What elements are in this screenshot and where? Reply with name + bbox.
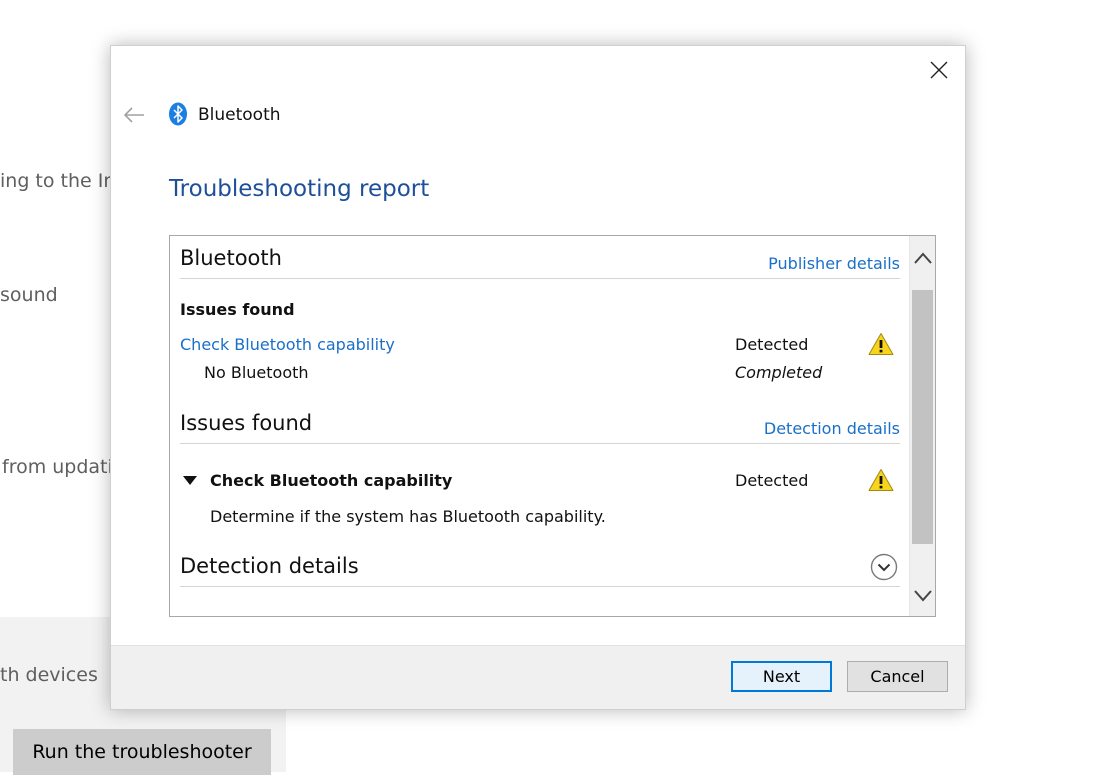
report-content: Bluetooth Publisher details Issues found… [170, 236, 910, 616]
scroll-up-button[interactable] [910, 244, 935, 272]
scroll-down-button[interactable] [910, 582, 935, 610]
section-heading-issues: Issues found [180, 411, 313, 435]
dialog-footer: Next Cancel [111, 645, 965, 709]
warning-icon [868, 469, 894, 491]
bg-text-sound: sound [0, 284, 58, 306]
bluetooth-icon [169, 102, 187, 126]
divider [180, 586, 900, 587]
report-scrollbar[interactable] [909, 236, 935, 616]
chevron-down-icon[interactable] [870, 553, 898, 581]
warning-icon [868, 333, 894, 355]
back-button[interactable] [121, 104, 147, 126]
detection-details-link[interactable]: Detection details [764, 419, 900, 438]
issue-item-title[interactable]: Check Bluetooth capability [210, 471, 452, 490]
bg-text-internet: ing to the In [0, 170, 116, 192]
run-troubleshooter-button[interactable]: Run the troubleshooter [13, 729, 271, 775]
issue-item-status: Detected [735, 471, 809, 490]
chevron-up-icon [913, 252, 932, 264]
divider [180, 278, 900, 279]
status-detected: Detected [735, 335, 809, 354]
page-title: Troubleshooting report [169, 176, 430, 202]
bg-text-updating: from updati [2, 456, 113, 478]
close-icon [930, 61, 948, 79]
next-button[interactable]: Next [731, 661, 832, 692]
divider [180, 443, 900, 444]
close-button[interactable] [925, 56, 953, 84]
troubleshooter-dialog: Bluetooth Troubleshooting report Bluetoo… [110, 45, 966, 710]
bg-text-devices: th devices [0, 664, 98, 686]
expand-triangle-icon[interactable] [183, 476, 197, 486]
cancel-button[interactable]: Cancel [847, 661, 948, 692]
status-completed: Completed [735, 363, 823, 382]
check-bluetooth-link[interactable]: Check Bluetooth capability [180, 335, 395, 354]
chevron-down-icon [913, 590, 932, 602]
back-arrow-icon [123, 107, 144, 123]
scroll-thumb[interactable] [912, 290, 933, 544]
issues-found-label: Issues found [180, 300, 295, 319]
no-bluetooth-text: No Bluetooth [204, 363, 309, 382]
issue-item-description: Determine if the system has Bluetooth ca… [210, 507, 606, 526]
header-title: Bluetooth [198, 105, 281, 125]
publisher-details-link[interactable]: Publisher details [768, 254, 900, 273]
report-panel: Bluetooth Publisher details Issues found… [169, 235, 936, 617]
section-heading-bluetooth: Bluetooth [180, 246, 282, 270]
section-heading-detection: Detection details [180, 554, 359, 578]
